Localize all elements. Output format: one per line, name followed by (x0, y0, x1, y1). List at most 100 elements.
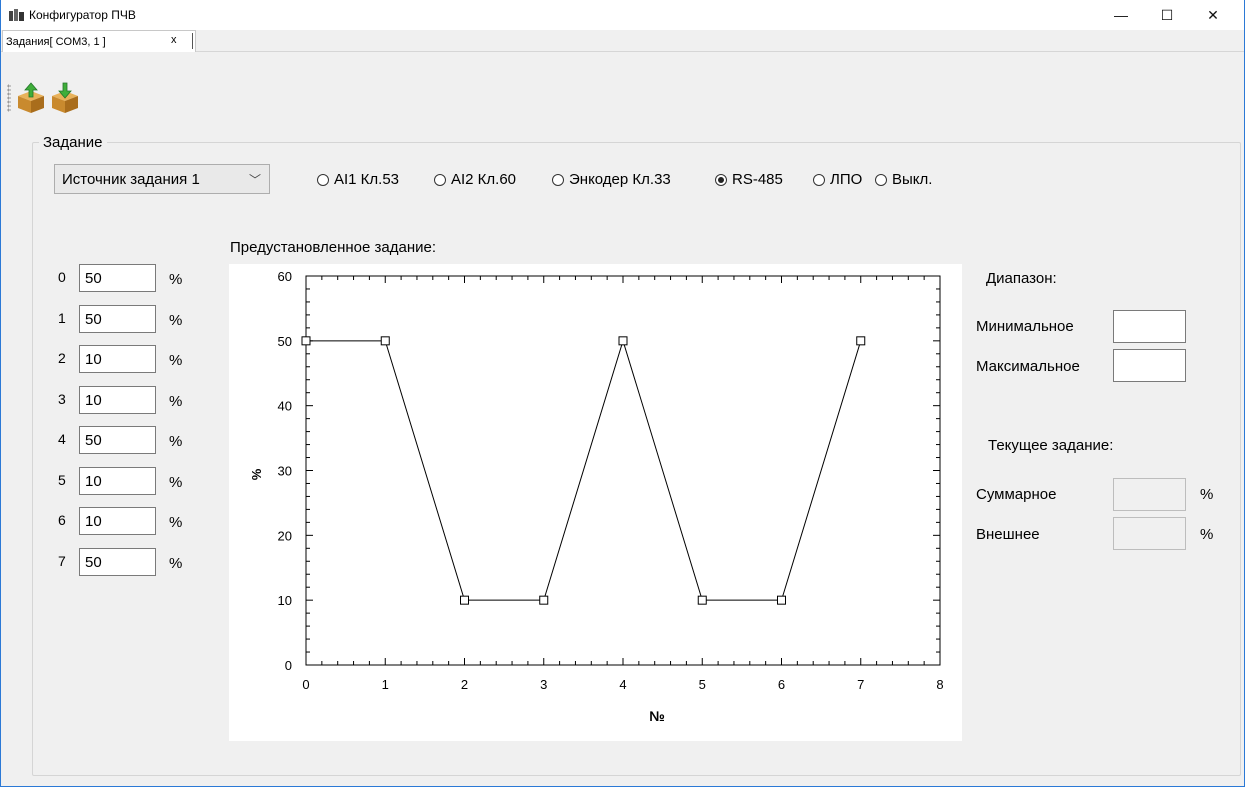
series-line (306, 339, 862, 601)
chart-area: 0 1 2 3 4 5 6 7 8 0 10 20 30 40 50 60 №% (229, 264, 962, 741)
preset-input-4[interactable]: 50 (79, 426, 156, 454)
y-tick-label: 40 (278, 399, 292, 414)
preset-input-0[interactable]: 50 (79, 264, 156, 292)
preset-input-3[interactable]: 10 (79, 386, 156, 414)
preset-index-4: 4 (58, 431, 66, 447)
y-tick-label: 50 (278, 334, 292, 349)
preset-input-2[interactable]: 10 (79, 345, 156, 373)
radio-lpo-circle (813, 173, 825, 186)
radio-encoder[interactable]: Энкодер Кл.33 (552, 171, 671, 188)
external-label: Внешнее (976, 526, 1040, 543)
minimize-button[interactable]: — (1098, 0, 1144, 30)
x-axis-label: № (649, 708, 665, 724)
preset-index-3: 3 (58, 391, 66, 407)
x-tick-label: 4 (619, 677, 626, 692)
x-tick-label: 3 (540, 677, 547, 692)
preset-input-7[interactable]: 50 (79, 548, 156, 576)
y-tick-label: 60 (278, 269, 292, 284)
download-box-icon[interactable] (48, 82, 82, 114)
preset-index-2: 2 (58, 350, 66, 366)
maximize-button[interactable]: ☐ (1144, 0, 1190, 30)
radio-ai2-circle (434, 173, 446, 186)
group-title: Задание (39, 134, 107, 151)
close-button[interactable]: ✕ (1190, 0, 1236, 30)
preset-unit-4: % (169, 433, 183, 450)
chart-title: Предустановленное задание: (230, 239, 437, 256)
preset-index-1: 1 (58, 310, 66, 326)
data-point (301, 336, 311, 346)
radio-encoder-label: Энкодер Кл.33 (569, 171, 671, 188)
data-point (460, 595, 469, 605)
tab-separator (192, 33, 193, 49)
data-point (777, 595, 786, 605)
max-label: Максимальное (976, 358, 1080, 375)
radio-ai1[interactable]: AI1 Кл.53 (317, 171, 399, 188)
source-select[interactable]: Источник задания 1 ﹀ (54, 164, 270, 194)
window-title: Конфигуратор ПЧВ (29, 8, 136, 22)
preset-unit-2: % (169, 352, 183, 369)
toolbar (1, 52, 1244, 120)
radio-rs485-circle (715, 173, 727, 186)
radio-off[interactable]: Выкл. (875, 171, 932, 188)
preset-input-6[interactable]: 10 (79, 507, 156, 535)
radio-off-circle (875, 173, 887, 186)
data-point (539, 595, 549, 605)
x-tick-label: 0 (302, 677, 309, 692)
preset-unit-5: % (169, 474, 183, 491)
data-point (618, 336, 628, 346)
preset-unit-0: % (169, 271, 183, 288)
tab-close-icon[interactable]: x (171, 34, 177, 46)
radio-ai1-label: AI1 Кл.53 (334, 171, 400, 188)
data-point (856, 336, 866, 346)
preset-index-6: 6 (58, 512, 66, 528)
data-point (697, 595, 707, 605)
min-input[interactable] (1113, 310, 1186, 343)
minimize-icon: — (1114, 7, 1128, 23)
radio-encoder-circle (552, 173, 564, 186)
y-axis-label: % (249, 468, 264, 480)
y-tick-label: 20 (278, 528, 292, 543)
external-field (1113, 517, 1186, 550)
chevron-down-icon: ﹀ (248, 173, 261, 187)
radio-ai2[interactable]: AI2 Кл.60 (434, 171, 516, 188)
title-bar: Конфигуратор ПЧВ — ☐ ✕ (1, 0, 1244, 30)
preset-index-7: 7 (58, 553, 66, 569)
x-tick-label: 2 (461, 677, 468, 692)
preset-input-5[interactable]: 10 (79, 467, 156, 495)
toolbar-grip[interactable] (7, 84, 11, 112)
y-tick-label: 10 (278, 593, 292, 608)
max-input[interactable] (1113, 349, 1186, 382)
radio-rs485[interactable]: RS-485 (715, 171, 783, 188)
range-title: Диапазон: (986, 270, 1057, 287)
preset-unit-6: % (169, 514, 183, 531)
total-label: Суммарное (976, 486, 1057, 503)
app-icon (9, 9, 24, 21)
plot-frame (305, 275, 941, 666)
preset-unit-1: % (169, 312, 183, 329)
preset-index-0: 0 (58, 269, 66, 285)
preset-input-1[interactable]: 50 (79, 305, 156, 333)
tab-label: Задания[ COM3, 1 ] (6, 35, 106, 48)
upload-box-icon[interactable] (14, 82, 48, 114)
preset-index-5: 5 (58, 472, 66, 488)
data-point (380, 336, 390, 346)
radio-rs485-label: RS-485 (732, 171, 783, 188)
app-window: Конфигуратор ПЧВ — ☐ ✕ Задания[ COM3, 1 … (0, 0, 1245, 787)
x-tick-label: 1 (382, 677, 389, 692)
x-tick-label: 5 (699, 677, 706, 692)
maximize-icon: ☐ (1160, 6, 1174, 23)
preset-chart: 0 1 2 3 4 5 6 7 8 0 10 20 30 40 50 60 №% (249, 269, 944, 724)
x-tick-label: 6 (778, 677, 785, 692)
radio-ai1-circle (317, 173, 329, 186)
preset-unit-7: % (169, 555, 183, 572)
x-tick-label: 7 (857, 677, 864, 692)
x-tick-label: 8 (936, 677, 943, 692)
tab-tasks[interactable]: Задания[ COM3, 1 ] x (2, 30, 196, 52)
radio-lpo-label: ЛПО (830, 171, 863, 188)
y-tick-label: 0 (285, 658, 292, 673)
preset-unit-3: % (169, 393, 183, 410)
external-unit: % (1200, 526, 1214, 543)
source-select-value: Источник задания 1 (62, 170, 200, 188)
min-label: Минимальное (976, 318, 1074, 335)
radio-lpo[interactable]: ЛПО (813, 171, 862, 188)
